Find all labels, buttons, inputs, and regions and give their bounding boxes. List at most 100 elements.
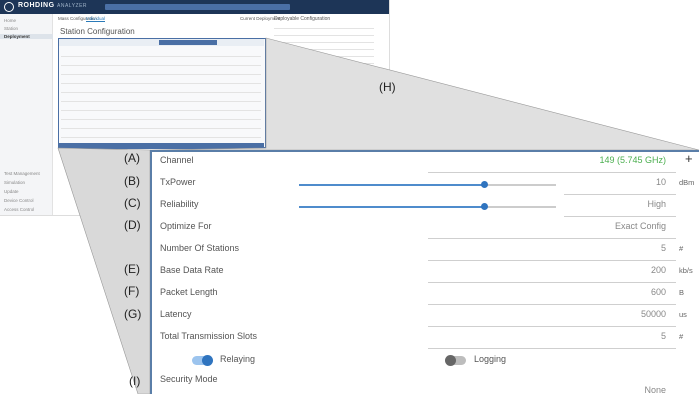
optimize-for-underline: [428, 238, 676, 239]
right-panel-thumbnail: Deployable Configuration Encountering Ta…: [272, 16, 382, 152]
callout-a: (A): [124, 151, 140, 165]
tab-individual[interactable]: Individual: [86, 16, 106, 22]
reliability-slider-handle[interactable]: [481, 203, 488, 210]
encountering-tables-title: Encountering Tables: [274, 130, 315, 135]
packet-length-unit: B: [679, 288, 685, 297]
sidebar-item-home[interactable]: Home: [4, 18, 16, 23]
callout-f: (F): [124, 284, 140, 298]
transmission-slots-unit: #: [679, 332, 684, 341]
logo-icon: [4, 2, 14, 12]
sidebar-item-deployment[interactable]: Deployment: [0, 34, 53, 39]
reliability-row: Reliability High: [152, 196, 699, 218]
base-data-rate-underline: [428, 282, 676, 283]
security-mode-label: Security Mode: [160, 374, 218, 384]
txpower-slider-handle[interactable]: [481, 181, 488, 188]
base-data-rate-input[interactable]: 200: [651, 265, 666, 275]
highlighted-row: [272, 86, 376, 92]
number-of-stations-label: Number Of Stations: [160, 243, 240, 253]
transmission-slots-input[interactable]: 5: [661, 331, 666, 341]
callout-c: (C): [124, 196, 141, 210]
callout-g: (G): [124, 307, 142, 321]
page-title: Station Configuration: [60, 27, 135, 36]
relaying-label: Relaying: [220, 354, 256, 364]
reliability-label: Reliability: [160, 199, 199, 209]
thumb-row: [61, 83, 261, 84]
thumb-row: [61, 74, 261, 75]
thumb-row: [274, 49, 374, 50]
sidebar-item-test-management[interactable]: Test Management: [4, 171, 40, 176]
reliability-value: High: [647, 199, 666, 209]
txpower-label: TxPower: [160, 177, 196, 187]
thumb-row: [274, 110, 374, 111]
thumb-row: [274, 63, 374, 64]
panel-header-button[interactable]: [159, 40, 217, 45]
thumb-row: [61, 128, 261, 129]
deploy-button[interactable]: [274, 115, 374, 123]
progress-bar: [105, 4, 290, 10]
config-panel-thumbnail: [58, 38, 266, 149]
thumb-row: [274, 56, 374, 57]
add-channel-button[interactable]: +: [685, 152, 693, 166]
thumb-row: [61, 101, 261, 102]
sidebar-item-device-control[interactable]: Device Control: [4, 198, 34, 203]
channel-underline: [428, 172, 676, 173]
transmission-slots-label: Total Transmission Slots: [160, 331, 258, 341]
callout-d: (D): [124, 218, 141, 232]
txpower-input[interactable]: 10: [656, 177, 666, 187]
callout-h: (H): [379, 80, 396, 94]
logging-toggle-knob: [445, 355, 456, 366]
security-mode-select[interactable]: None: [644, 385, 666, 394]
logging-label: Logging: [474, 354, 507, 364]
thumb-row: [274, 28, 374, 29]
base-data-rate-label: Base Data Rate: [160, 265, 224, 275]
apply-button[interactable]: [59, 143, 264, 149]
relaying-toggle[interactable]: [192, 355, 213, 366]
thumb-row: [61, 137, 261, 138]
optimize-for-select[interactable]: Exact Config: [615, 221, 666, 231]
txpower-underline: [564, 194, 676, 195]
thumb-row: [274, 42, 374, 43]
thumb-row: [61, 92, 261, 93]
latency-row: Latency 50000 us: [152, 306, 699, 328]
channel-label: Channel: [160, 155, 194, 165]
txpower-unit: dBm: [679, 178, 695, 187]
sidebar-item-simulation[interactable]: Simulation: [4, 180, 25, 185]
zoomed-config-panel: Channel 149 (5.745 GHz) + TxPower 10 dBm…: [150, 150, 699, 394]
number-of-stations-underline: [428, 260, 676, 261]
number-of-stations-input[interactable]: 5: [661, 243, 666, 253]
transmission-slots-underline: [428, 348, 676, 349]
thumb-row: [274, 70, 374, 71]
security-mode-row: Security Mode None: [152, 371, 699, 394]
sidebar-item-access-control[interactable]: Access Control: [4, 207, 34, 212]
callout-i: (I): [129, 374, 141, 388]
top-bar: ROHDING ANALYZER: [0, 0, 389, 14]
relaying-toggle-knob: [202, 355, 213, 366]
toggles-row: Relaying Logging: [152, 351, 699, 373]
thumb-row: [61, 56, 261, 57]
thumb-row: [274, 103, 374, 104]
thumb-row: [61, 119, 261, 120]
thumb-row: [274, 96, 374, 97]
number-of-stations-row: Number Of Stations 5 #: [152, 240, 699, 262]
transmission-slots-row: Total Transmission Slots 5 #: [152, 328, 699, 350]
txpower-row: TxPower 10 dBm: [152, 174, 699, 196]
latency-input[interactable]: 50000: [641, 309, 666, 319]
packet-length-row: Packet Length 600 B: [152, 284, 699, 306]
packet-length-input[interactable]: 600: [651, 287, 666, 297]
thumb-row: [61, 110, 261, 111]
packet-length-underline: [428, 304, 676, 305]
optimize-for-label: Optimize For: [160, 221, 212, 231]
channel-select[interactable]: 149 (5.745 GHz): [599, 155, 666, 165]
sidebar-item-station[interactable]: Station: [4, 26, 18, 31]
brand-text: ROHDING: [18, 2, 55, 9]
base-data-rate-unit: kb/s: [679, 266, 693, 275]
latency-underline: [428, 326, 676, 327]
packet-length-label: Packet Length: [160, 287, 218, 297]
reliability-slider-fill: [299, 206, 484, 208]
callout-e: (E): [124, 262, 140, 276]
latency-unit: us: [679, 310, 687, 319]
sidebar-item-update[interactable]: Update: [4, 189, 19, 194]
txpower-slider[interactable]: [299, 181, 556, 188]
logging-toggle[interactable]: [445, 355, 466, 366]
reliability-slider[interactable]: [299, 203, 556, 210]
